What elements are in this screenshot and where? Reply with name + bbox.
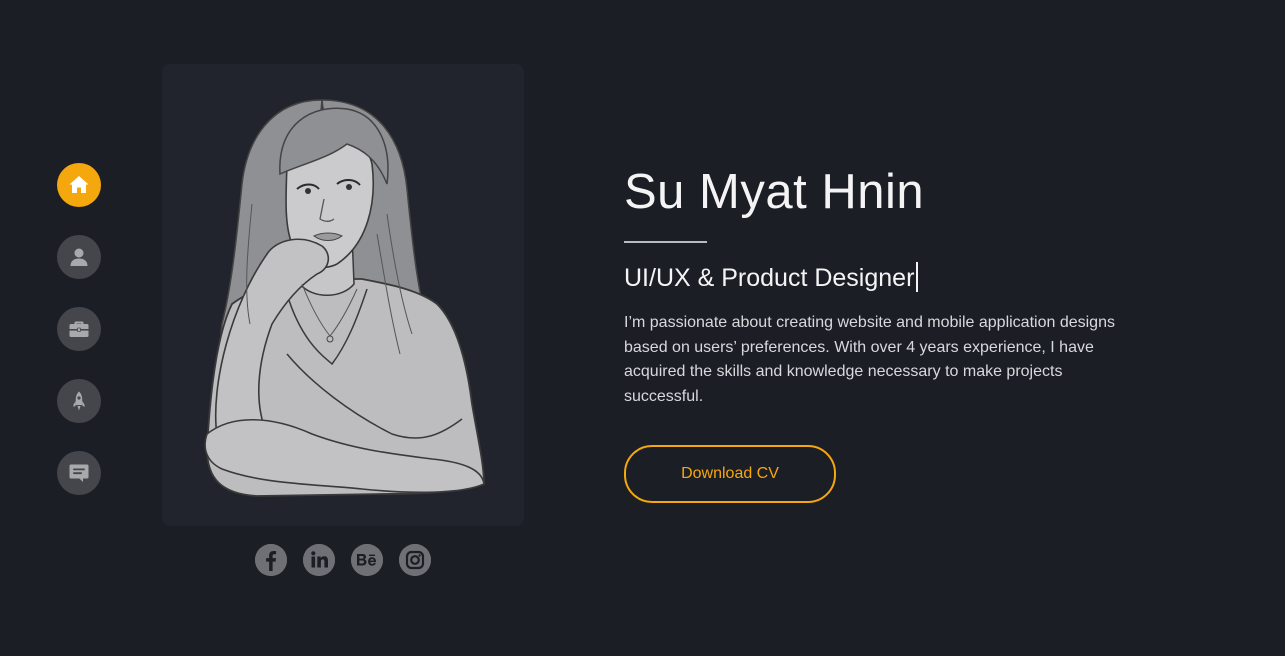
rocket-icon bbox=[73, 391, 85, 411]
nav-services-button[interactable] bbox=[57, 379, 101, 423]
instagram-icon bbox=[399, 544, 431, 576]
portfolio-page: Su Myat Hnin UI/UX & Product Designer I’… bbox=[0, 0, 1285, 656]
download-cv-button[interactable]: Download CV bbox=[624, 445, 836, 503]
social-links bbox=[255, 544, 431, 576]
hero-role-text: UI/UX & Product Designer bbox=[624, 264, 915, 292]
nav-portfolio-button[interactable] bbox=[57, 307, 101, 351]
message-icon bbox=[69, 464, 89, 482]
nav-about-button[interactable] bbox=[57, 235, 101, 279]
behance-link[interactable] bbox=[351, 544, 383, 576]
facebook-icon bbox=[255, 544, 287, 576]
facebook-link[interactable] bbox=[255, 544, 287, 576]
home-icon bbox=[69, 176, 89, 193]
hero-role: UI/UX & Product Designer bbox=[624, 262, 919, 294]
linkedin-link[interactable] bbox=[303, 544, 335, 576]
nav-home-button[interactable] bbox=[57, 163, 101, 207]
behance-icon bbox=[351, 544, 383, 576]
nav-contact-button[interactable] bbox=[57, 451, 101, 495]
typing-caret bbox=[916, 262, 919, 292]
hero-bio: I’m passionate about creating website an… bbox=[624, 314, 1115, 405]
portrait-card bbox=[162, 64, 524, 526]
briefcase-icon bbox=[69, 321, 89, 337]
instagram-link[interactable] bbox=[399, 544, 431, 576]
user-icon bbox=[70, 248, 88, 266]
side-nav bbox=[57, 163, 101, 523]
hero-name: Su Myat Hnin bbox=[624, 165, 925, 219]
portrait-illustration bbox=[204, 99, 485, 497]
linkedin-icon bbox=[303, 544, 335, 576]
hero-section: Su Myat Hnin UI/UX & Product Designer I’… bbox=[624, 160, 1144, 503]
